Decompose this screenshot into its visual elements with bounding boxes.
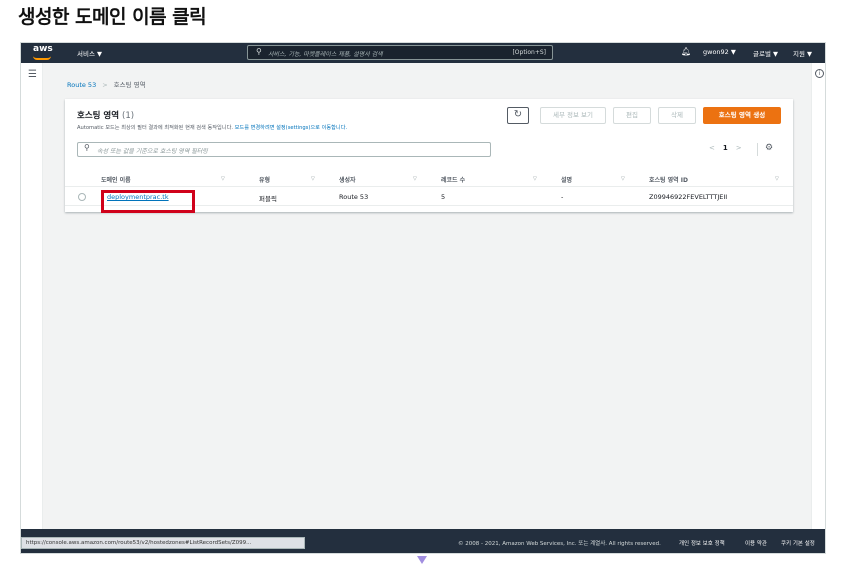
panel-title: 호스팅 영역 (1) (77, 109, 134, 121)
filter-placeholder: 속성 또는 값을 기준으로 호스팅 영역 필터링 (97, 148, 208, 155)
description-text: Automatic 모드는 최상의 필터 결과에 최적화된 현재 검색 동작입니… (77, 125, 233, 131)
top-navigation: aws 서비스 ▼ ⚲ 서비스, 기능, 마켓플레이스 제품, 설명서 검색 [… (21, 43, 825, 63)
privacy-policy-link[interactable]: 개인 정보 보호 정책 (679, 539, 725, 547)
zone-type: 퍼블릭 (259, 195, 277, 203)
info-icon[interactable]: i (815, 69, 824, 78)
search-placeholder: 서비스, 기능, 마켓플레이스 제품, 설명서 검색 (268, 51, 383, 58)
create-hosted-zone-button[interactable]: 호스팅 영역 생성 (703, 107, 781, 124)
sort-icon[interactable]: ▽ (533, 176, 537, 182)
region-menu[interactable]: 글로벌 ▼ (753, 48, 778, 58)
sort-icon[interactable]: ▽ (775, 176, 779, 182)
aws-logo[interactable]: aws (33, 44, 53, 54)
bell-icon[interactable]: 🔔︎ (681, 47, 691, 56)
side-nav-toggle-bar: ☰ (21, 63, 43, 529)
next-page-button[interactable]: > (736, 144, 742, 152)
filter-input[interactable]: ⚲ 속성 또는 값을 기준으로 호스팅 영역 필터링 (77, 142, 491, 157)
terms-link[interactable]: 이용 약관 (745, 539, 767, 547)
view-details-button[interactable]: 세부 정보 보기 (540, 107, 606, 124)
created-by: Route 53 (339, 193, 369, 201)
zone-count: (1) (122, 111, 135, 121)
column-hosted-zone-id[interactable]: 호스팅 영역 ID (649, 175, 688, 184)
previous-page-button[interactable]: < (709, 144, 715, 152)
breadcrumb: Route 53 > 호스팅 영역 (67, 79, 146, 89)
column-record-count[interactable]: 레코드 수 (441, 175, 465, 184)
refresh-button[interactable]: ↻ (507, 107, 529, 124)
support-menu[interactable]: 지원 ▼ (793, 48, 812, 58)
breadcrumb-route53[interactable]: Route 53 (67, 81, 96, 89)
global-search-input[interactable]: ⚲ 서비스, 기능, 마켓플레이스 제품, 설명서 검색 [Option+S] (247, 45, 553, 60)
user-menu[interactable]: gwon92 ▼ (703, 48, 736, 56)
gear-icon[interactable]: ⚙ (765, 143, 773, 153)
record-count: 5 (441, 193, 446, 201)
down-arrow-icon (417, 556, 427, 564)
table-header: 도메인 이름 ▽ 유형 ▽ 생성자 ▽ 레코드 수 ▽ 설명 ▽ 호스팅 영역 … (65, 171, 793, 187)
copyright-text: © 2008 - 2021, Amazon Web Services, Inc.… (458, 541, 661, 547)
hosted-zone-id: Z09946922FEVELTTTJEII (649, 193, 728, 201)
sort-icon[interactable]: ▽ (311, 176, 315, 182)
cookie-preferences-link[interactable]: 쿠키 기본 설정 (781, 539, 815, 547)
browser-status-url: https://console.aws.amazon.com/route53/v… (21, 537, 305, 549)
settings-link[interactable]: 모드를 변경하려면 설정(settings)으로 이동합니다. (235, 125, 347, 131)
search-shortcut: [Option+S] (512, 49, 546, 56)
aws-logo-smile (33, 56, 51, 60)
delete-button[interactable]: 삭제 (658, 107, 696, 124)
pagination: <1 > (709, 144, 742, 152)
instruction-heading: 생성한 도메인 이름 클릭 (18, 6, 207, 28)
hamburger-menu-icon[interactable]: ☰ (28, 69, 37, 80)
search-icon: ⚲ (84, 143, 90, 152)
sort-icon[interactable]: ▽ (221, 176, 225, 182)
row-select-radio[interactable] (78, 193, 86, 201)
panel-title-text: 호스팅 영역 (77, 111, 120, 121)
help-panel-bar: i (811, 63, 825, 529)
services-menu[interactable]: 서비스 ▼ (77, 48, 102, 58)
search-mode-description: Automatic 모드는 최상의 필터 결과에 최적화된 현재 검색 동작입니… (77, 124, 347, 131)
column-type[interactable]: 유형 (259, 175, 270, 184)
breadcrumb-separator: > (102, 81, 108, 89)
domain-highlight-box (101, 190, 195, 213)
edit-button[interactable]: 편집 (613, 107, 651, 124)
current-page[interactable]: 1 (723, 144, 728, 152)
column-created-by[interactable]: 생성자 (339, 175, 356, 184)
pager-divider (757, 143, 758, 156)
sort-icon[interactable]: ▽ (621, 176, 625, 182)
search-icon: ⚲ (256, 47, 262, 56)
sort-icon[interactable]: ▽ (413, 176, 417, 182)
console-screenshot: aws 서비스 ▼ ⚲ 서비스, 기능, 마켓플레이스 제품, 설명서 검색 [… (20, 42, 826, 554)
column-description[interactable]: 설명 (561, 175, 572, 184)
breadcrumb-current: 호스팅 영역 (113, 81, 146, 89)
zone-description: - (561, 193, 564, 201)
column-domain-name[interactable]: 도메인 이름 (101, 175, 131, 184)
